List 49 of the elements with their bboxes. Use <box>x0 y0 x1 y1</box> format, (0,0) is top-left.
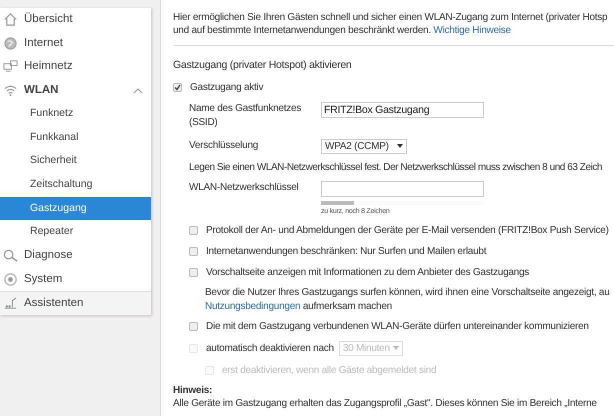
field-label: Name des Gastfunknetzes (SSID) <box>189 102 302 130</box>
sidebar-item[interactable]: System <box>0 268 151 292</box>
sidebar-subitem[interactable]: Repeater <box>0 220 151 244</box>
network-icon <box>3 59 18 74</box>
house-icon <box>3 12 18 28</box>
sidebar-subitem[interactable]: Zeitschaltung <box>0 173 151 197</box>
link[interactable]: Wichtige Hinweise <box>433 25 511 36</box>
dropdown[interactable]: WPA2 (CCMP) <box>321 138 407 154</box>
checkbox[interactable] <box>189 226 198 235</box>
note-text: aufmerksam machen <box>302 301 392 312</box>
checkbox-label: Die mit dem Gastzugang verbundenen WLAN-Geräte dürfen untereinander kommunizieren <box>206 320 589 334</box>
checkbox[interactable] <box>189 322 198 331</box>
sidebar-item[interactable]: WLAN <box>0 78 151 102</box>
sidebar-subitem[interactable]: Funkkanal <box>0 126 151 150</box>
checkbox[interactable] <box>189 246 198 256</box>
checkbox-label: erst deaktivieren, wenn alle Gäste abgemeldet sind <box>222 364 436 378</box>
magnifier-icon <box>3 248 18 264</box>
field-label: Verschlüsselung <box>189 138 260 153</box>
sidebar-item[interactable]: Übersicht <box>0 8 151 32</box>
notice-title: Hinweis: <box>173 384 214 398</box>
section-heading: Gastzugang (privater Hotspot) aktivieren <box>173 58 353 73</box>
checkbox-label: Vorschaltseite anzeigen mit Informationen zu dem Anbieter des Gastzugangs <box>206 266 530 280</box>
intro-text: und auf bestimmte Internetanwendungen beschränkt werden. <box>173 25 432 36</box>
dropdown-caret-icon <box>397 144 403 148</box>
globe-icon <box>3 36 18 51</box>
sidebar-item[interactable]: Diagnose <box>0 244 151 268</box>
notice-text: Alle Geräte im Gastzugang erhalten das Zugangsprofil „Gast". Dieses können Sie im Bereich „Interne <box>173 397 598 410</box>
sidebar-item[interactable]: Internet <box>0 32 151 56</box>
password-field[interactable] <box>321 180 484 197</box>
sidebar-item[interactable]: Heimnetz <box>0 55 151 79</box>
intro-text: Hier ermöglichen Sie Ihren Gästen schnell und sicher einen WLAN-Zugang zum Internet (privater Hotsp <box>173 11 608 24</box>
checkbox-label: automatisch deaktivieren nach <box>206 342 334 356</box>
checkbox-label: Protokoll der An- und Abmeldungen der Geräte per E-Mail versenden (FRITZ!Box Push Service) <box>206 224 609 238</box>
wizard-icon <box>3 296 18 312</box>
checkbox-label: Internetanwendungen beschränken: Nur Surfen und Mailen erlaubt <box>206 244 486 259</box>
wifi-icon <box>3 83 18 98</box>
text-field[interactable]: FRITZ!Box Gastzugang <box>321 102 484 118</box>
link[interactable]: Nutzungsbedingungen <box>205 301 300 312</box>
sidebar-subitem[interactable]: Funknetz <box>0 102 151 126</box>
checkbox[interactable] <box>173 83 182 92</box>
instruction-text: Legen Sie einen WLAN-Netzwerkschlüssel fest. Der Netzwerkschlüssel muss zwischen 8 und 63 Zeich <box>189 162 602 173</box>
checkbox[interactable] <box>189 268 198 277</box>
sidebar-subitem[interactable]: Gastzugang <box>0 196 151 220</box>
sidebar-subitem[interactable]: Sicherheit <box>0 150 151 174</box>
note-text: Bevor die Nutzer Ihres Gastzugangs surfen können, wird ihnen eine Vorschaltseite angezeigt, au <box>205 286 611 300</box>
dropdown-caret-icon <box>392 346 399 350</box>
sidebar-footer[interactable]: Assistenten <box>0 291 151 316</box>
checkbox-label: Gastzugang aktiv <box>190 81 264 96</box>
field-label: WLAN-Netzwerkschlüssel <box>189 180 300 195</box>
